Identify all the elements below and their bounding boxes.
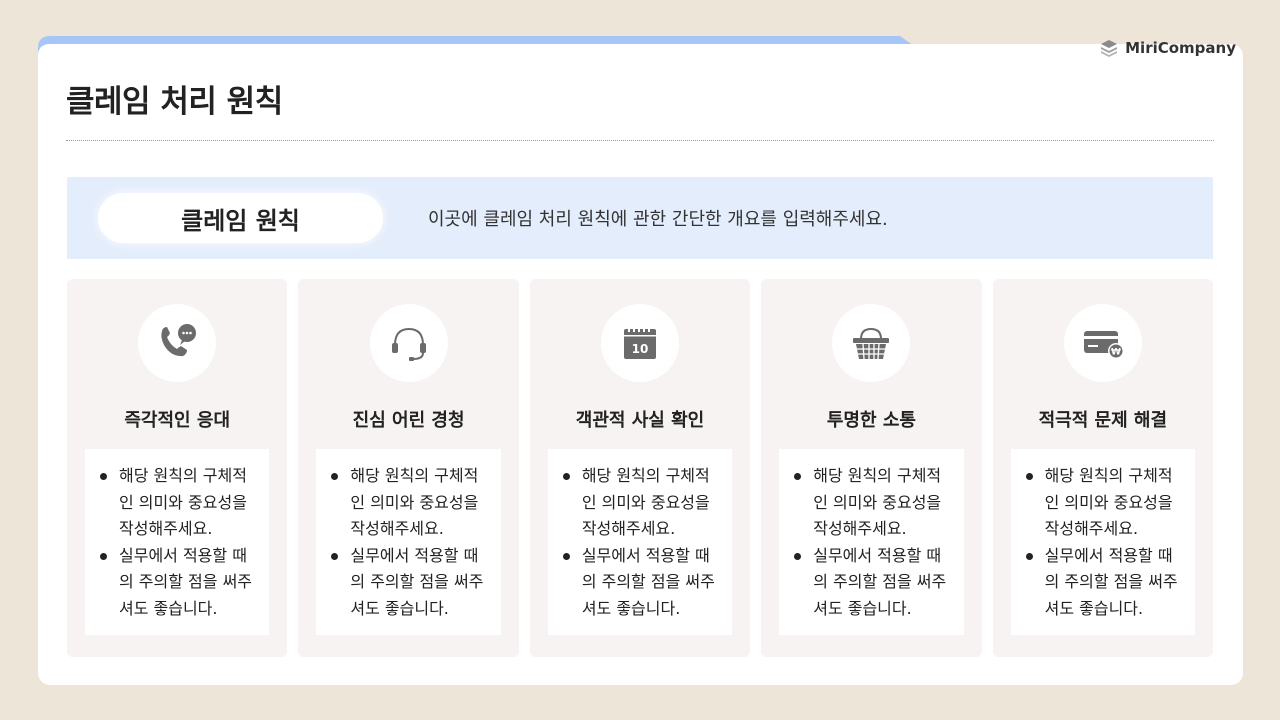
bullet-item: 해당 원칙의 구체적인 의미와 중요성을 작성해주세요. [794, 463, 953, 543]
principle-card: 진심 어린 경청 해당 원칙의 구체적인 의미와 중요성을 작성해주세요. 실무… [298, 279, 519, 657]
bullet-item: 실무에서 적용할 때의 주의할 점을 써주셔도 좋습니다. [1025, 543, 1185, 623]
principle-card: ₩ 적극적 문제 해결 해당 원칙의 구체적인 의미와 중요성을 작성해주세요.… [992, 279, 1214, 657]
principle-title: 투명한 소통 [826, 410, 916, 431]
phone-chat-icon [161, 324, 197, 357]
principle-columns: 즉각적인 응대 해당 원칙의 구체적인 의미와 중요성을 작성해주세요. 실무에… [67, 279, 1214, 657]
principle-description: 해당 원칙의 구체적인 의미와 중요성을 작성해주세요. 실무에서 적용할 때의… [779, 449, 964, 635]
banner-label: 클레임 원칙 [98, 193, 383, 243]
stacked-layers-icon [1101, 40, 1118, 57]
principle-description: 해당 원칙의 구체적인 의미와 중요성을 작성해주세요. 실무에서 적용할 때의… [85, 449, 270, 635]
calendar-icon: 10 [624, 327, 657, 359]
headset-icon [391, 327, 426, 361]
svg-text:₩: ₩ [1111, 348, 1121, 358]
bullet-item: 해당 원칙의 구체적인 의미와 중요성을 작성해주세요. [331, 463, 490, 543]
principle-description: 해당 원칙의 구체적인 의미와 중요성을 작성해주세요. 실무에서 적용할 때의… [547, 449, 733, 635]
principle-description: 해당 원칙의 구체적인 의미와 중요성을 작성해주세요. 실무에서 적용할 때의… [1010, 449, 1196, 635]
company-name: MiriCompany [1125, 39, 1236, 57]
banner-description: 이곳에 클레임 처리 원칙에 관한 간단한 개요를 입력해주세요. [428, 209, 888, 230]
principle-title: 즉각적인 응대 [124, 410, 231, 431]
principle-icon-circle [369, 304, 448, 382]
principle-description: 해당 원칙의 구체적인 의미와 중요성을 작성해주세요. 실무에서 적용할 때의… [316, 449, 501, 635]
principle-title: 적극적 문제 해결 [1038, 410, 1168, 431]
principle-icon-circle [832, 304, 911, 382]
principle-card: 즉각적인 응대 해당 원칙의 구체적인 의미와 중요성을 작성해주세요. 실무에… [67, 279, 288, 657]
bullet-item: 해당 원칙의 구체적인 의미와 중요성을 작성해주세요. [562, 463, 722, 543]
bullet-item: 실무에서 적용할 때의 주의할 점을 써주셔도 좋습니다. [562, 543, 722, 623]
principle-icon-circle [138, 304, 217, 382]
card-won-icon: ₩ [1083, 331, 1124, 359]
page-title: 클레임 처리 원칙 [66, 84, 283, 120]
bullet-item: 실무에서 적용할 때의 주의할 점을 써주셔도 좋습니다. [331, 543, 490, 623]
title-divider [66, 140, 1214, 141]
bullet-item: 해당 원칙의 구체적인 의미와 중요성을 작성해주세요. [99, 463, 259, 543]
company-logo: MiriCompany [1099, 37, 1236, 59]
principle-title: 객관적 사실 확인 [575, 410, 705, 431]
overview-banner: 클레임 원칙 이곳에 클레임 처리 원칙에 관한 간단한 개요를 입력해주세요. [67, 177, 1213, 259]
principle-icon-circle: ₩ [1063, 304, 1142, 382]
principle-card: 10 객관적 사실 확인 해당 원칙의 구체적인 의미와 중요성을 작성해주세요… [529, 279, 751, 657]
principle-card: 투명한 소통 해당 원칙의 구체적인 의미와 중요성을 작성해주세요. 실무에서… [761, 279, 982, 657]
calendar-day: 10 [632, 342, 649, 356]
bullet-item: 실무에서 적용할 때의 주의할 점을 써주셔도 좋습니다. [794, 543, 953, 623]
bullet-item: 해당 원칙의 구체적인 의미와 중요성을 작성해주세요. [1025, 463, 1185, 543]
principle-title: 진심 어린 경청 [352, 410, 465, 431]
bullet-item: 실무에서 적용할 때의 주의할 점을 써주셔도 좋습니다. [99, 543, 259, 623]
basket-icon [853, 327, 890, 360]
principle-icon-circle: 10 [601, 304, 680, 382]
